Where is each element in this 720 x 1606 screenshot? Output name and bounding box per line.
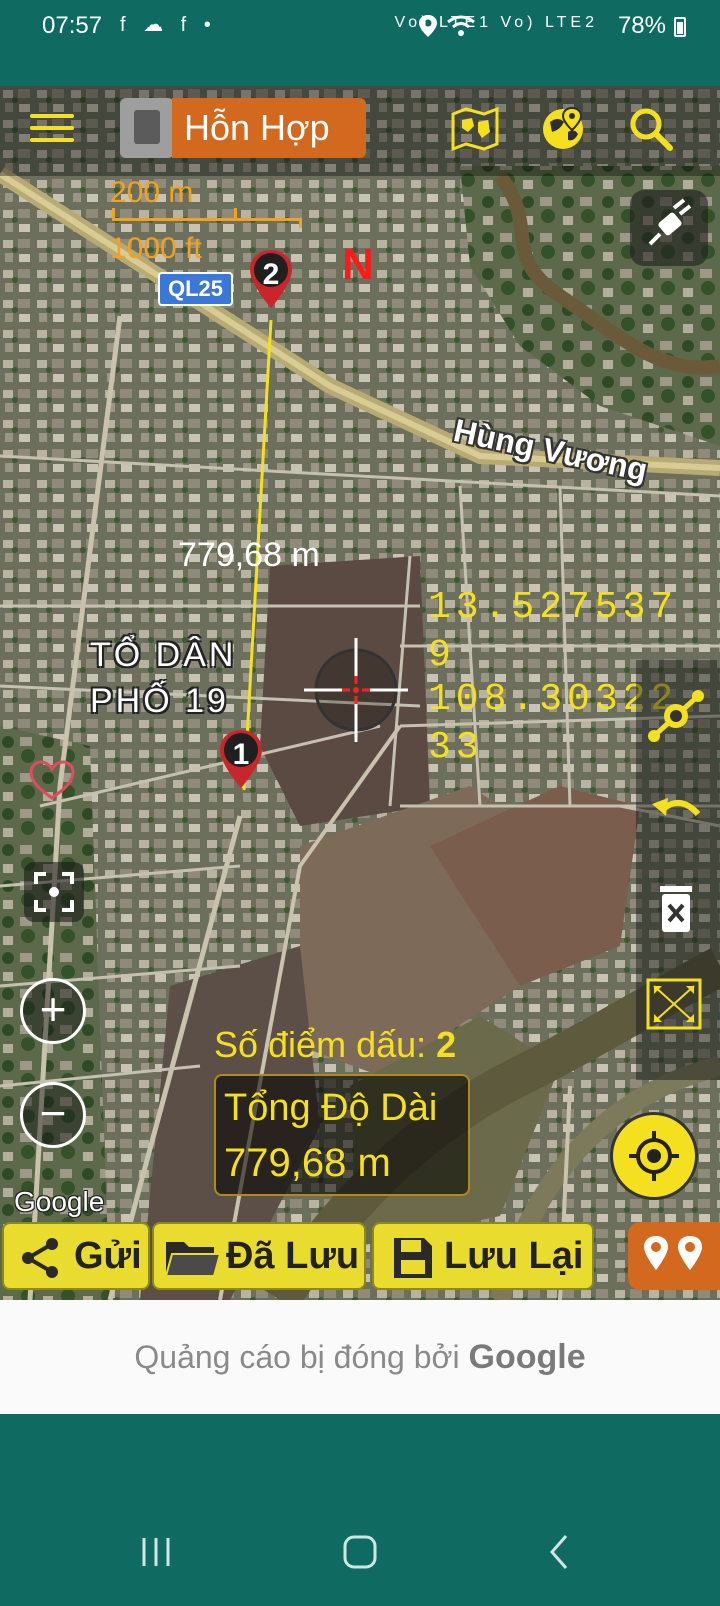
- world-map-icon[interactable]: [450, 104, 500, 154]
- road-badge: QL25: [158, 272, 234, 306]
- recent-apps-icon[interactable]: [126, 1522, 186, 1582]
- total-length-label: Tổng Độ Dài: [224, 1087, 438, 1129]
- connect-button[interactable]: [630, 190, 708, 266]
- zoom-in-button[interactable]: +: [20, 978, 86, 1044]
- favorite-icon[interactable]: [28, 760, 76, 802]
- longitude-line2: 33: [428, 726, 484, 769]
- area-label-line2: PHỐ 19: [90, 682, 229, 720]
- crosshair-icon: [304, 638, 408, 742]
- map-type-button[interactable]: Hỗn Hợp: [172, 98, 366, 158]
- back-icon[interactable]: [530, 1522, 590, 1582]
- scale-tick: [299, 218, 302, 228]
- home-icon[interactable]: [330, 1522, 390, 1582]
- my-location-button[interactable]: [610, 1112, 698, 1200]
- latitude-line1: 13.527537: [428, 586, 679, 629]
- scale-tick: [112, 208, 115, 218]
- points-count: 2: [436, 1024, 457, 1065]
- send-label: Gửi: [74, 1235, 142, 1277]
- zoom-out-button[interactable]: −: [20, 1082, 86, 1148]
- save-button[interactable]: Lưu Lại: [372, 1222, 594, 1290]
- undo-icon[interactable]: [646, 784, 706, 844]
- saved-button[interactable]: Đã Lưu: [152, 1222, 366, 1290]
- delete-icon[interactable]: [646, 880, 706, 940]
- marker-2-label: 2: [262, 258, 280, 291]
- target-icon: [629, 1131, 679, 1181]
- points-count-row: Số điểm dấu: 2: [214, 1024, 456, 1066]
- search-icon[interactable]: [626, 104, 676, 154]
- globe-pin-icon[interactable]: [538, 104, 588, 154]
- ad-brand: Google: [468, 1338, 586, 1376]
- app-root: 07:57 f ☁ f • Vo) LTE1 Vo) LTE2 78% 200 …: [0, 0, 720, 1606]
- plug-icon: [648, 198, 692, 246]
- save-label: Lưu Lại: [444, 1235, 584, 1277]
- menu-button[interactable]: [30, 114, 74, 148]
- saved-label: Đã Lưu: [226, 1235, 360, 1277]
- map-marker-1[interactable]: 1: [218, 728, 264, 790]
- scale-bar: [112, 218, 302, 221]
- fit-bounds-icon[interactable]: [644, 974, 704, 1034]
- path-edit-icon[interactable]: [646, 686, 706, 746]
- double-pin-icon: [644, 1236, 702, 1270]
- save-icon: [394, 1238, 432, 1278]
- area-label: TỔ DÂN PHỐ 19: [90, 632, 236, 724]
- capture-frame-icon: [34, 872, 74, 912]
- network-status: Vo) LTE1 Vo) LTE2: [394, 14, 598, 31]
- share-icon: [22, 1238, 58, 1278]
- top-toolbar: Hỗn Hợp: [0, 86, 720, 176]
- markers-button[interactable]: [628, 1222, 720, 1290]
- status-time: 07:57: [42, 12, 103, 39]
- scale-tick: [234, 208, 237, 218]
- screenshot-button[interactable]: [24, 862, 84, 922]
- ad-text: Quảng cáo bị đóng bởi: [134, 1339, 460, 1375]
- scale-imperial: 1000 ft: [110, 232, 202, 265]
- area-label-line1: TỔ DÂN: [90, 636, 237, 674]
- layers-icon[interactable]: [120, 98, 174, 158]
- total-length-value: 779,68 m: [224, 1141, 391, 1185]
- google-attribution: Google: [14, 1186, 105, 1217]
- status-bar: 07:57 f ☁ f • Vo) LTE1 Vo) LTE2 78%: [0, 0, 720, 52]
- map-marker-2[interactable]: 2: [248, 248, 294, 310]
- notification-icons: f ☁ f •: [120, 14, 217, 36]
- segment-distance-label: 779,68 m: [178, 536, 320, 574]
- battery-level: 78%: [617, 12, 666, 39]
- battery-icon: [674, 17, 686, 37]
- scale-metric: 200 m: [110, 176, 194, 209]
- marker-1-label: 1: [232, 738, 250, 771]
- folder-icon: [164, 1242, 222, 1277]
- points-label: Số điểm dấu:: [214, 1024, 427, 1065]
- north-indicator: N: [342, 240, 374, 289]
- send-button[interactable]: Gửi: [2, 1222, 150, 1290]
- ad-banner: Quảng cáo bị đóng bởi Google: [0, 1300, 720, 1414]
- total-length-box: Tổng Độ Dài 779,68 m: [214, 1074, 470, 1196]
